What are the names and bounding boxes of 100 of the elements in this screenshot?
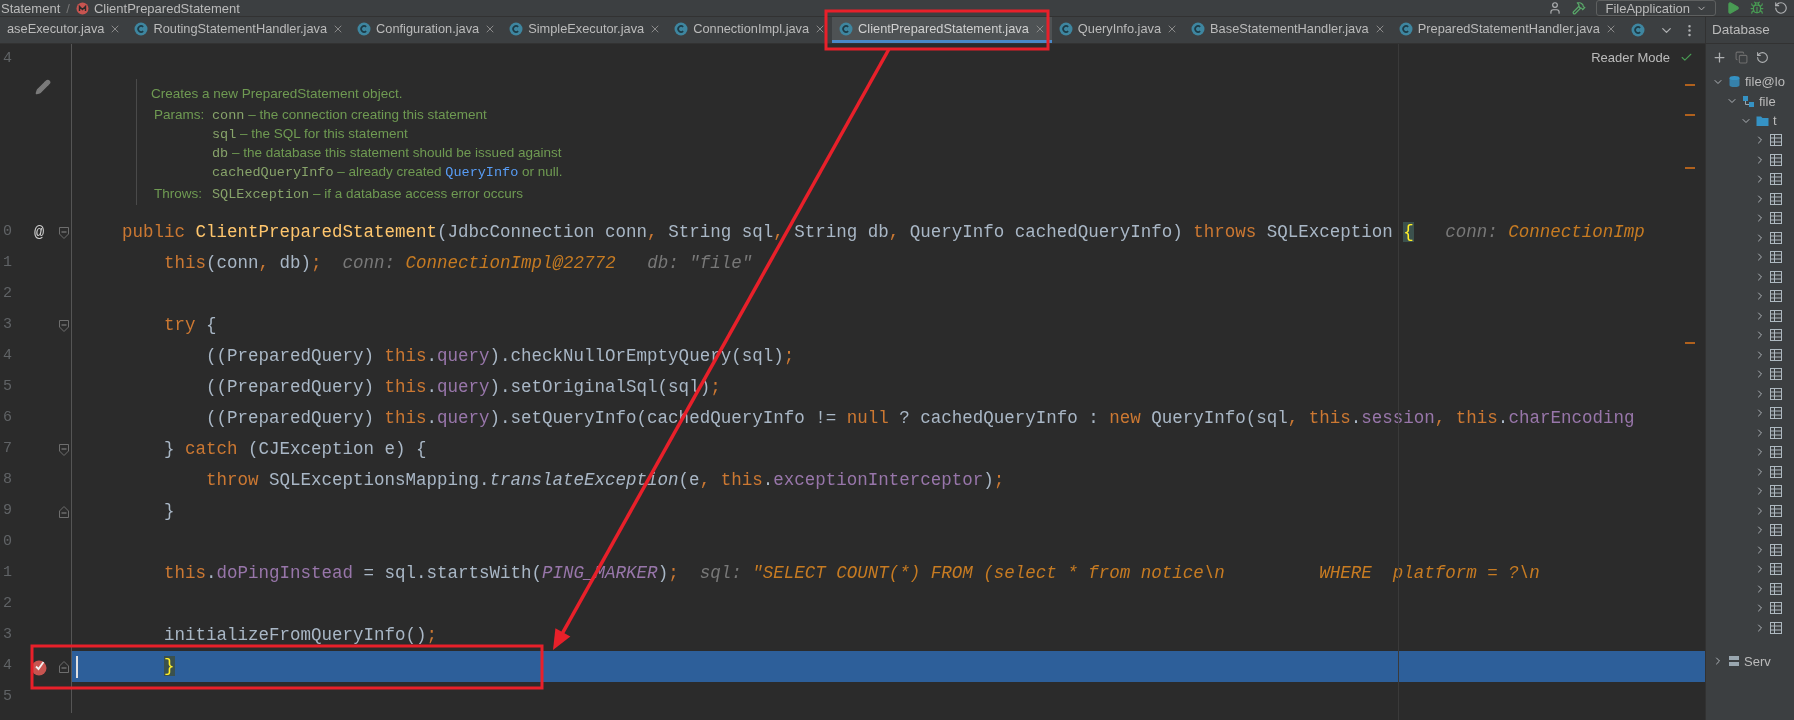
class-icon [134, 21, 149, 36]
tree-item-label[interactable]: t [1773, 111, 1777, 131]
class-icon [1058, 21, 1073, 36]
doc-summary: Creates a new PreparedStatement object. [151, 85, 404, 103]
build-icon[interactable] [1572, 1, 1587, 15]
class-icon [1398, 21, 1413, 36]
table-icon [1770, 212, 1782, 225]
table-icon [1770, 368, 1782, 381]
line-number: 7 [3, 440, 12, 458]
fold-icon[interactable] [59, 660, 69, 673]
table-icon [1770, 563, 1782, 576]
fold-icon[interactable] [59, 443, 69, 456]
class-icon [839, 21, 854, 36]
table-icon [1770, 543, 1782, 556]
editor-tab[interactable]: ClientPreparedStatement.java [832, 17, 1052, 43]
doc-label: Params: [153, 106, 206, 124]
breadcrumb-separator: / [66, 1, 70, 15]
table-icon [1770, 602, 1782, 615]
editor-tab[interactable]: PreparedStatementHandler.java [1391, 17, 1623, 43]
line-number: 8 [3, 471, 12, 489]
rerun-icon[interactable] [1774, 1, 1788, 15]
table-icon [1770, 485, 1782, 498]
editor-tab[interactable]: BaseStatementHandler.java [1184, 17, 1392, 43]
run-icon[interactable] [1726, 1, 1740, 15]
doc-link[interactable]: QueryInfo [445, 165, 519, 180]
editor-tab[interactable]: SimpleExecutor.java [502, 17, 668, 43]
breadcrumb-item[interactable]: Statement [1, 1, 61, 15]
line-number: 6 [3, 409, 12, 427]
table-icon [1770, 582, 1782, 595]
breadcrumb-item[interactable]: ClientPreparedStatement [93, 1, 240, 15]
table-icon [1770, 348, 1782, 361]
line-number: 4 [3, 50, 12, 68]
tree-item-label[interactable]: Serv [1744, 651, 1771, 671]
class-icon [1630, 23, 1645, 37]
schema-icon [1742, 94, 1755, 108]
line-number: 5 [3, 688, 12, 706]
fold-icon[interactable] [59, 226, 69, 239]
editor-tab[interactable]: ConnectionImpl.java [667, 17, 833, 43]
folder-icon [1756, 114, 1769, 127]
table-icon [1770, 465, 1782, 478]
table-icon [1770, 387, 1782, 400]
class-icon [509, 21, 524, 36]
add-icon[interactable] [1712, 49, 1727, 65]
table-icon [1770, 621, 1782, 634]
table-icon [1770, 134, 1782, 147]
server-icon [1728, 655, 1740, 668]
code-line: initializeFromQueryInfo(); [163, 624, 438, 648]
line-number: 3 [3, 316, 12, 334]
editor-tab[interactable]: QueryInfo.java [1051, 17, 1185, 43]
table-icon [1770, 309, 1782, 322]
table-icon [1770, 426, 1782, 439]
editor-tab[interactable]: aseExecutor.java [0, 17, 128, 43]
debug-icon[interactable] [1750, 1, 1764, 15]
table-icon [1770, 192, 1782, 205]
table-icon [1770, 504, 1782, 517]
edit-doc-icon[interactable] [34, 79, 51, 95]
code-line: } catch (CJException e) { [163, 438, 427, 462]
line-number: 5 [3, 378, 12, 396]
table-icon [1770, 407, 1782, 420]
tree-item-label[interactable]: file@lo [1745, 72, 1785, 92]
table-icon [1770, 524, 1782, 537]
code-line: } [163, 500, 175, 524]
panel-title: Database [1712, 20, 1770, 39]
run-config-dropdown[interactable]: FileApplication [1596, 0, 1716, 16]
doc-param: conn – the connection creating this statement [212, 106, 488, 125]
code-line: try { [163, 314, 217, 338]
doc-param: cachedQueryInfo – already created QueryInfo or null. [212, 163, 563, 182]
table-icon [1770, 251, 1782, 264]
line-number: 4 [3, 657, 12, 675]
line-number: 9 [3, 502, 12, 520]
tree-item-label[interactable]: file [1759, 91, 1776, 111]
user-icon[interactable] [1548, 1, 1563, 15]
copy-icon[interactable] [1735, 50, 1748, 64]
table-icon [1770, 270, 1782, 283]
code-line: this(conn, db); conn: ConnectionImpl@22772 db: "file" [163, 252, 753, 276]
fold-icon[interactable] [59, 319, 69, 332]
doc-param: SQLException – if a database access error occurs [212, 185, 524, 204]
class-icon [674, 21, 689, 36]
override-marker[interactable]: @ [33, 219, 45, 246]
line-number: 1 [3, 564, 12, 582]
line-number: 2 [3, 285, 12, 303]
editor-tab[interactable]: Configuration.java [350, 17, 503, 43]
line-number: 4 [3, 347, 12, 365]
table-icon [1770, 446, 1782, 459]
class-icon [357, 21, 372, 36]
doc-param: sql – the SQL for this statement [212, 125, 409, 144]
line-number: 3 [3, 626, 12, 644]
line-number: 2 [3, 595, 12, 613]
editor-tab[interactable]: RoutingStatementHandler.java [127, 17, 351, 43]
doc-param: db – the database this statement should be issued against [212, 144, 563, 163]
refresh-icon[interactable] [1756, 50, 1769, 64]
table-icon [1770, 153, 1782, 166]
database-icon [1728, 75, 1741, 89]
code-line: public ClientPreparedStatement(JdbcConnection conn, String sql, String db, QueryInfo cachedQueryInfo) throws SQLException { conn: ConnectionImp [122, 221, 1645, 245]
reader-mode-toggle[interactable]: Reader Mode [1591, 48, 1670, 68]
table-icon [1770, 173, 1782, 186]
fold-icon[interactable] [59, 505, 69, 518]
table-icon [1770, 231, 1782, 244]
table-icon [1770, 329, 1782, 342]
line-number: 0 [3, 223, 12, 241]
